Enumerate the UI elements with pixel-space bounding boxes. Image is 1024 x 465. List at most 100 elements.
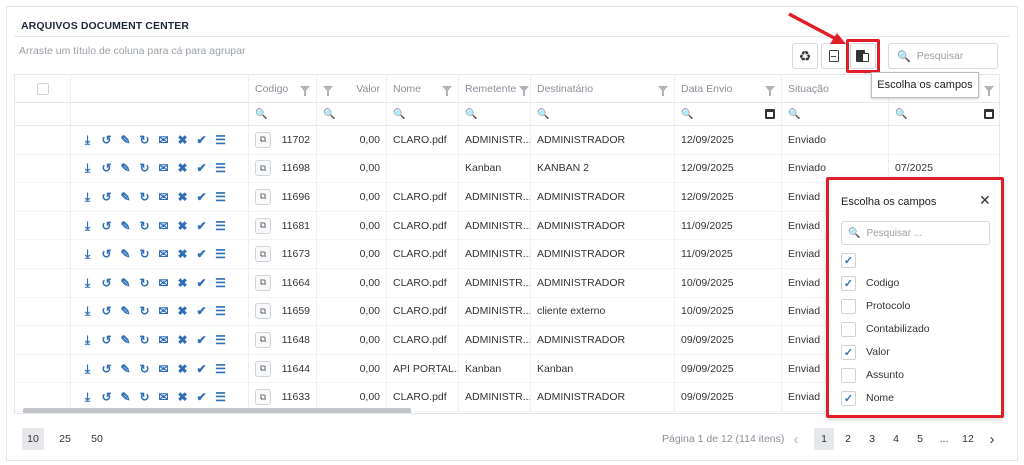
details-icon[interactable]: ☰: [214, 248, 227, 261]
filter-valor[interactable]: 🔍: [317, 103, 387, 125]
filter-icon[interactable]: [519, 85, 530, 96]
edit-icon[interactable]: ✎: [119, 276, 132, 289]
copy-icon[interactable]: ⧉: [255, 131, 271, 148]
history-icon[interactable]: ↺: [100, 362, 113, 375]
approve-icon[interactable]: ✔: [195, 248, 208, 261]
download-icon[interactable]: ⤓: [81, 305, 94, 318]
approve-icon[interactable]: ✔: [195, 190, 208, 203]
details-icon[interactable]: ☰: [214, 133, 227, 146]
page-5[interactable]: 5: [910, 428, 930, 450]
envelope-open-icon[interactable]: ✉: [157, 219, 170, 232]
edit-icon[interactable]: ✎: [119, 219, 132, 232]
chooser-option[interactable]: Protocolo: [841, 298, 910, 314]
refresh-icon[interactable]: ↻: [138, 190, 151, 203]
filter-icon[interactable]: [984, 85, 994, 96]
history-icon[interactable]: ↺: [100, 391, 113, 404]
chooser-option[interactable]: ✓: [841, 252, 866, 268]
page-size-10[interactable]: 10: [22, 428, 44, 450]
recycle-button[interactable]: ♻: [792, 43, 818, 69]
filter-icon[interactable]: [300, 85, 310, 96]
refresh-icon[interactable]: ↻: [138, 276, 151, 289]
cancel-icon[interactable]: ✖: [176, 219, 189, 232]
refresh-icon[interactable]: ↻: [138, 219, 151, 232]
edit-icon[interactable]: ✎: [119, 190, 132, 203]
envelope-open-icon[interactable]: ✉: [157, 133, 170, 146]
header-codigo[interactable]: Codigo: [249, 75, 317, 102]
page-size-50[interactable]: 50: [86, 428, 108, 450]
approve-icon[interactable]: ✔: [195, 362, 208, 375]
envelope-open-icon[interactable]: ✉: [157, 362, 170, 375]
prev-page-icon[interactable]: ‹: [786, 428, 806, 450]
edit-icon[interactable]: ✎: [119, 248, 132, 261]
checkbox[interactable]: [841, 298, 856, 314]
history-icon[interactable]: ↺: [100, 248, 113, 261]
header-remetente[interactable]: Remetente: [459, 75, 531, 102]
calendar-icon[interactable]: [765, 109, 775, 119]
download-icon[interactable]: ⤓: [81, 276, 94, 289]
approve-icon[interactable]: ✔: [195, 333, 208, 346]
chooser-option[interactable]: Assunto: [841, 367, 904, 383]
header-destinatario[interactable]: Destinatário: [531, 75, 675, 102]
approve-icon[interactable]: ✔: [195, 305, 208, 318]
filter-icon[interactable]: [658, 85, 668, 96]
envelope-open-icon[interactable]: ✉: [157, 305, 170, 318]
copy-icon[interactable]: ⧉: [255, 360, 271, 377]
refresh-icon[interactable]: ↻: [138, 133, 151, 146]
page-1[interactable]: 1: [814, 428, 834, 450]
cancel-icon[interactable]: ✖: [176, 362, 189, 375]
copy-icon[interactable]: ⧉: [255, 389, 271, 406]
download-icon[interactable]: ⤓: [81, 133, 94, 146]
select-all-checkbox[interactable]: [36, 82, 49, 95]
envelope-open-icon[interactable]: ✉: [157, 276, 170, 289]
calendar-icon[interactable]: [984, 109, 994, 119]
checkbox[interactable]: ✓: [841, 344, 856, 360]
horizontal-scrollbar[interactable]: [23, 408, 411, 413]
refresh-icon[interactable]: ↻: [138, 248, 151, 261]
history-icon[interactable]: ↺: [100, 219, 113, 232]
header-data-envio[interactable]: Data Envio: [675, 75, 782, 102]
copy-icon[interactable]: ⧉: [255, 160, 271, 177]
page-3[interactable]: 3: [862, 428, 882, 450]
cancel-icon[interactable]: ✖: [176, 248, 189, 261]
refresh-icon[interactable]: ↻: [138, 391, 151, 404]
refresh-icon[interactable]: ↻: [138, 333, 151, 346]
cancel-icon[interactable]: ✖: [176, 190, 189, 203]
details-icon[interactable]: ☰: [214, 391, 227, 404]
edit-icon[interactable]: ✎: [119, 162, 132, 175]
header-valor[interactable]: Valor: [317, 75, 387, 102]
next-page-icon[interactable]: ›: [982, 428, 1002, 450]
details-icon[interactable]: ☰: [214, 219, 227, 232]
download-icon[interactable]: ⤓: [81, 162, 94, 175]
chooser-search-input[interactable]: 🔍 Pesquisar ...: [841, 221, 990, 245]
download-icon[interactable]: ⤓: [81, 248, 94, 261]
envelope-open-icon[interactable]: ✉: [157, 190, 170, 203]
edit-icon[interactable]: ✎: [119, 362, 132, 375]
download-icon[interactable]: ⤓: [81, 391, 94, 404]
details-icon[interactable]: ☰: [214, 190, 227, 203]
approve-icon[interactable]: ✔: [195, 391, 208, 404]
details-icon[interactable]: ☰: [214, 276, 227, 289]
edit-icon[interactable]: ✎: [119, 333, 132, 346]
filter-destinatario[interactable]: 🔍: [531, 103, 675, 125]
header-nome[interactable]: Nome: [387, 75, 459, 102]
download-icon[interactable]: ⤓: [81, 190, 94, 203]
copy-icon[interactable]: ⧉: [255, 188, 271, 205]
cancel-icon[interactable]: ✖: [176, 133, 189, 146]
filter-remetente[interactable]: 🔍: [459, 103, 531, 125]
chooser-option[interactable]: ✓ Valor: [841, 344, 890, 360]
download-icon[interactable]: ⤓: [81, 219, 94, 232]
export-button[interactable]: [821, 43, 847, 69]
approve-icon[interactable]: ✔: [195, 219, 208, 232]
refresh-icon[interactable]: ↻: [138, 362, 151, 375]
filter-icon[interactable]: [323, 85, 333, 96]
copy-icon[interactable]: ⧉: [255, 303, 271, 320]
filter-data-envio[interactable]: 🔍: [675, 103, 782, 125]
filter-extra[interactable]: 🔍: [889, 103, 999, 125]
history-icon[interactable]: ↺: [100, 333, 113, 346]
chooser-option[interactable]: ✓ Codigo: [841, 275, 899, 291]
checkbox[interactable]: ✓: [841, 275, 856, 291]
download-icon[interactable]: ⤓: [81, 333, 94, 346]
history-icon[interactable]: ↺: [100, 305, 113, 318]
copy-icon[interactable]: ⧉: [255, 274, 271, 291]
edit-icon[interactable]: ✎: [119, 133, 132, 146]
